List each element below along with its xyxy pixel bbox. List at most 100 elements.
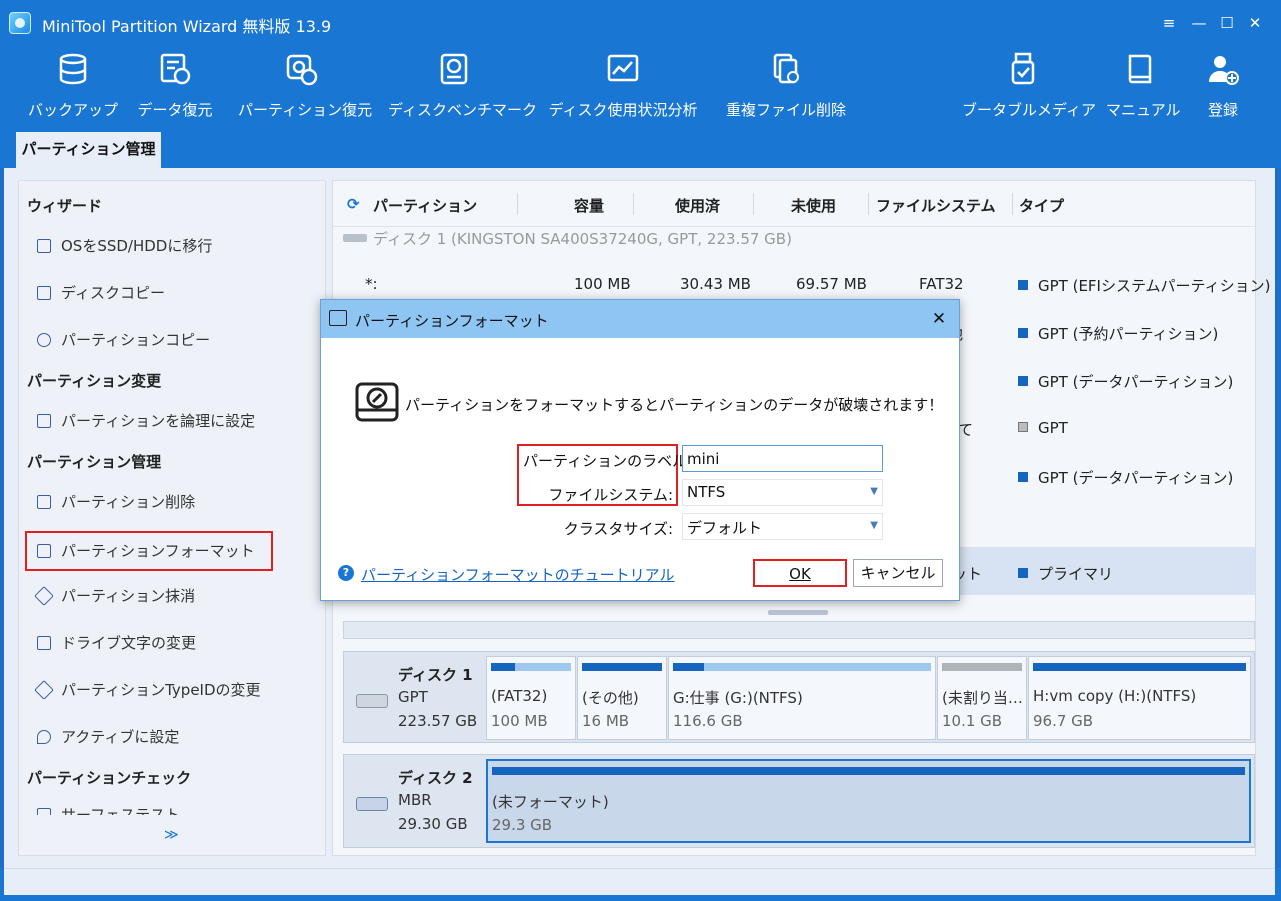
disk1-partition-1[interactable]: (FAT32) 100 MB	[486, 656, 576, 740]
partition-size: 96.7 GB	[1033, 712, 1094, 730]
surface-test-icon	[37, 808, 51, 815]
disk-map-scroll-top	[343, 621, 1255, 639]
partition-label-caption: パーティションのラベル:	[523, 452, 693, 470]
disk-size: 223.57 GB	[398, 712, 478, 730]
disk1-map[interactable]: ディスク 1 GPT 223.57 GB (FAT32) 100 MB (その他…	[343, 651, 1255, 743]
column-used[interactable]: 使用済	[675, 195, 720, 216]
cell-partition: *:	[365, 275, 378, 293]
column-type[interactable]: タイプ	[1019, 195, 1064, 216]
sidebar-clip: サーフェステスト	[19, 801, 325, 815]
hard-disk-icon	[356, 694, 388, 708]
menu-icon[interactable]: ≡	[1158, 12, 1180, 34]
duplicate-delete-button[interactable]: 重複ファイル削除	[726, 52, 846, 128]
chevron-down-icon: ▼	[870, 520, 878, 531]
filesystem-value: NTFS	[687, 483, 726, 501]
maximize-icon[interactable]: ☐	[1216, 12, 1238, 34]
backup-button[interactable]: バックアップ	[28, 52, 118, 128]
sidebar-section-wizard: ウィザード	[27, 197, 103, 215]
data-recovery-button[interactable]: データ復元	[130, 52, 220, 128]
tab-strip: パーティション管理	[0, 132, 1281, 168]
sidebar-item-delete-partition[interactable]: パーティション削除	[37, 488, 195, 516]
sidebar-item-set-active[interactable]: アクティブに設定	[37, 723, 179, 751]
cluster-size-select[interactable]: デフォルト ▼	[682, 513, 883, 540]
partition-label: (その他)	[582, 689, 639, 707]
sidebar-item-migrate-os[interactable]: OSをSSD/HDDに移行	[37, 232, 212, 260]
column-unused[interactable]: 未使用	[791, 195, 836, 216]
column-divider	[753, 193, 754, 215]
book-icon	[1128, 54, 1152, 84]
sidebar-item-label: パーティションコピー	[61, 331, 211, 349]
disk1-partition-2[interactable]: (その他) 16 MB	[577, 656, 667, 740]
disk-icon	[343, 234, 367, 242]
sidebar-item-wipe-partition[interactable]: パーティション抹消	[34, 582, 196, 610]
column-capacity[interactable]: 容量	[574, 195, 604, 216]
usage-bar	[942, 663, 1022, 671]
sidebar: ウィザード OSをSSD/HDDに移行 ディスクコピー パーティションコピー パ…	[18, 180, 326, 856]
space-analyzer-icon	[607, 54, 639, 82]
disk-benchmark-icon	[440, 53, 468, 85]
pin-icon	[37, 730, 51, 744]
partition-label-input[interactable]	[682, 445, 883, 472]
drive-letter-icon	[37, 636, 51, 650]
disk-benchmark-button[interactable]: ディスクベンチマーク	[388, 52, 537, 128]
sidebar-item-change-typeid[interactable]: パーティションTypeIDの変更	[34, 676, 261, 704]
sidebar-item-label: パーティション抹消	[61, 587, 196, 605]
refresh-icon[interactable]: ⟳	[347, 195, 360, 213]
usb-drive-icon	[1011, 52, 1035, 85]
disk2-partition-1-selected[interactable]: (未フォーマット) 29.3 GB	[486, 759, 1251, 843]
help-icon[interactable]: ?	[338, 565, 354, 581]
minimize-icon[interactable]: —	[1188, 12, 1210, 34]
sidebar-item-label: OSをSSD/HDDに移行	[61, 237, 213, 255]
migrate-icon	[37, 239, 51, 253]
ok-button[interactable]: OK	[753, 559, 847, 587]
filesystem-select[interactable]: NTFS ▼	[682, 479, 883, 506]
disk1-row-title[interactable]: ディスク 1 (KINGSTON SA400S37240G, GPT, 223.…	[343, 228, 792, 249]
sidebar-item-format-partition[interactable]: パーティションフォーマット	[25, 531, 273, 571]
bootable-media-button[interactable]: ブータブルメディア	[962, 52, 1096, 128]
cell-type: GPT (予約パーティション)	[1018, 323, 1218, 344]
cancel-button[interactable]: キャンセル	[853, 559, 943, 587]
eraser-icon	[34, 586, 54, 606]
tab-partition-management[interactable]: パーティション管理	[16, 132, 161, 168]
column-filesystem[interactable]: ファイルシステム	[876, 195, 996, 216]
bootable-media-label: ブータブルメディア	[962, 101, 1096, 119]
format-tutorial-link[interactable]: パーティションフォーマットのチュートリアル	[361, 564, 675, 585]
pane-splitter-handle[interactable]	[768, 610, 828, 615]
expand-more-icon[interactable]: ≫	[164, 827, 179, 843]
sidebar-item-partition-copy[interactable]: パーティションコピー	[37, 326, 210, 354]
sidebar-item-set-logical[interactable]: パーティションを論理に設定	[37, 407, 255, 435]
chevron-down-icon: ▼	[870, 486, 878, 497]
user-add-icon	[1209, 56, 1239, 85]
cell-type: GPT (EFIシステムパーティション)	[1018, 275, 1270, 296]
disk-name: ディスク 2	[398, 769, 473, 787]
partition-recovery-button[interactable]: パーティション復元	[238, 52, 372, 128]
sidebar-item-disk-copy[interactable]: ディスクコピー	[37, 279, 165, 307]
window-bottom-frame	[0, 868, 1281, 901]
column-partition[interactable]: パーティション	[373, 195, 477, 216]
sidebar-item-surface-test[interactable]: サーフェステスト	[37, 801, 180, 815]
dialog-title-bar: パーティションフォーマット ✕	[321, 300, 959, 338]
cell-type: GPT (データパーティション)	[1018, 467, 1233, 488]
disk-benchmark-label: ディスクベンチマーク	[388, 101, 537, 119]
disk1-partition-3[interactable]: G:仕事 (G:)(NTFS) 116.6 GB	[668, 656, 936, 740]
dialog-title: パーティションフォーマット	[355, 312, 549, 330]
close-icon[interactable]: ✕	[1244, 12, 1266, 34]
app-logo-icon	[9, 12, 31, 34]
backup-label: バックアップ	[28, 101, 119, 119]
sidebar-item-change-letter[interactable]: ドライブ文字の変更	[37, 629, 196, 657]
disk1-partition-4[interactable]: (未割り当… 10.1 GB	[937, 656, 1027, 740]
disk2-map[interactable]: ディスク 2 MBR 29.30 GB (未フォーマット) 29.3 GB	[343, 754, 1255, 848]
status-area	[4, 868, 1275, 895]
disk1-partition-5[interactable]: H:vm copy (H:)(NTFS) 96.7 GB	[1028, 656, 1251, 740]
copy-icon	[37, 286, 51, 300]
space-analyzer-button[interactable]: ディスク使用状況分析	[545, 52, 701, 128]
duplicate-delete-label: 重複ファイル削除	[726, 101, 847, 119]
register-button[interactable]: 登録	[1196, 52, 1250, 128]
dialog-close-icon[interactable]: ✕	[927, 307, 951, 331]
sidebar-section-change: パーティション変更	[27, 372, 162, 390]
usage-bar	[1033, 663, 1246, 671]
manual-button[interactable]: マニュアル	[1106, 52, 1181, 128]
usage-bar	[492, 767, 1245, 775]
manual-label: マニュアル	[1106, 101, 1181, 119]
cell-type: プライマリ	[1018, 563, 1113, 584]
